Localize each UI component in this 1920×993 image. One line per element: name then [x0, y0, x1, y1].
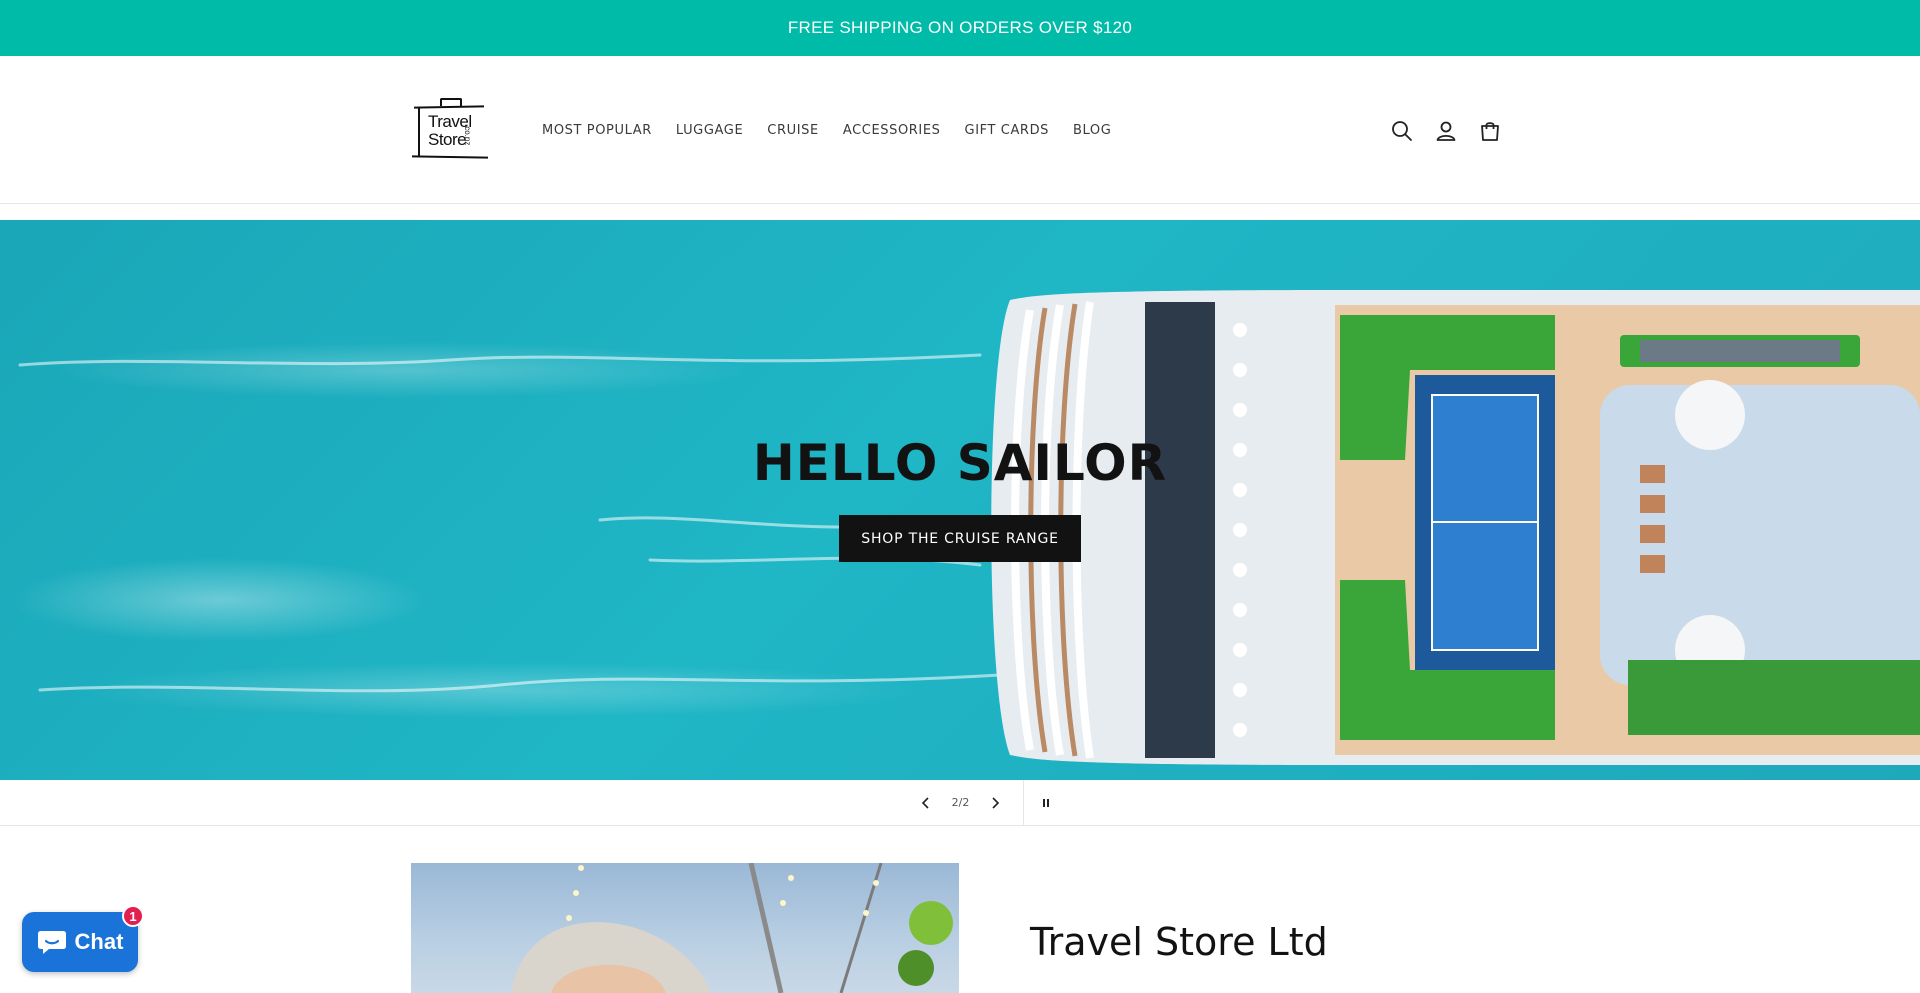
- logo-suitcase-handle: [440, 98, 462, 106]
- main-navigation: MOST POPULAR LUGGAGE CRUISE ACCESSORIES …: [530, 56, 1123, 204]
- header-icons: [1386, 111, 1506, 151]
- site-header: Travel Store .co.nz MOST POPULAR LUGGAGE…: [0, 56, 1920, 204]
- nav-luggage[interactable]: LUGGAGE: [664, 123, 755, 138]
- store-logo[interactable]: Travel Store .co.nz: [410, 96, 494, 164]
- chat-notification-badge: 1: [122, 905, 144, 927]
- chat-label: Chat: [74, 929, 124, 954]
- previous-slide-button[interactable]: [904, 781, 948, 825]
- slide-counter: 2/2: [951, 796, 970, 809]
- nav-accessories[interactable]: ACCESSORIES: [831, 123, 953, 138]
- chevron-right-icon: [992, 796, 1000, 809]
- nav-gift-cards[interactable]: GIFT CARDS: [953, 123, 1062, 138]
- logo-word-store: Store: [428, 130, 467, 149]
- search-button[interactable]: [1386, 115, 1418, 147]
- logo-domain-suffix: .co.nz: [463, 124, 472, 146]
- about-image: [411, 863, 959, 993]
- nav-cruise[interactable]: CRUISE: [755, 123, 831, 138]
- pause-icon: [1043, 798, 1050, 807]
- hero-content: HELLO SAILOR SHOP THE CRUISE RANGE: [0, 436, 1920, 562]
- chevron-left-icon: [921, 796, 929, 809]
- cart-button[interactable]: [1474, 115, 1506, 147]
- logo-side-line: [418, 108, 420, 156]
- account-icon: [1436, 121, 1456, 141]
- search-icon: [1392, 121, 1412, 141]
- chat-button[interactable]: Chat: [22, 912, 138, 972]
- nav-blog[interactable]: BLOG: [1061, 123, 1123, 138]
- logo-top-line: [413, 105, 485, 109]
- logo-bottom-line: [411, 155, 489, 159]
- woman-on-deck-photo: [511, 863, 953, 993]
- next-slide-button[interactable]: [973, 781, 1017, 825]
- account-button[interactable]: [1430, 115, 1462, 147]
- hero-heading: HELLO SAILOR: [752, 434, 1168, 492]
- hero-slideshow: HELLO SAILOR SHOP THE CRUISE RANGE: [0, 220, 1920, 780]
- chat-bubble-icon: [37, 931, 66, 954]
- announcement-text: FREE SHIPPING ON ORDERS OVER $120: [787, 18, 1133, 37]
- about-heading: Travel Store Ltd: [1030, 920, 1328, 964]
- announcement-bar: FREE SHIPPING ON ORDERS OVER $120: [0, 0, 1920, 56]
- cart-icon: [1481, 122, 1499, 141]
- slideshow-controls: 2/2: [0, 779, 1920, 826]
- slideshow-controls-inner: 2/2: [904, 779, 1069, 826]
- shop-cruise-range-button[interactable]: SHOP THE CRUISE RANGE: [839, 515, 1081, 562]
- nav-most-popular[interactable]: MOST POPULAR: [530, 123, 664, 138]
- pause-slideshow-button[interactable]: [1024, 781, 1068, 825]
